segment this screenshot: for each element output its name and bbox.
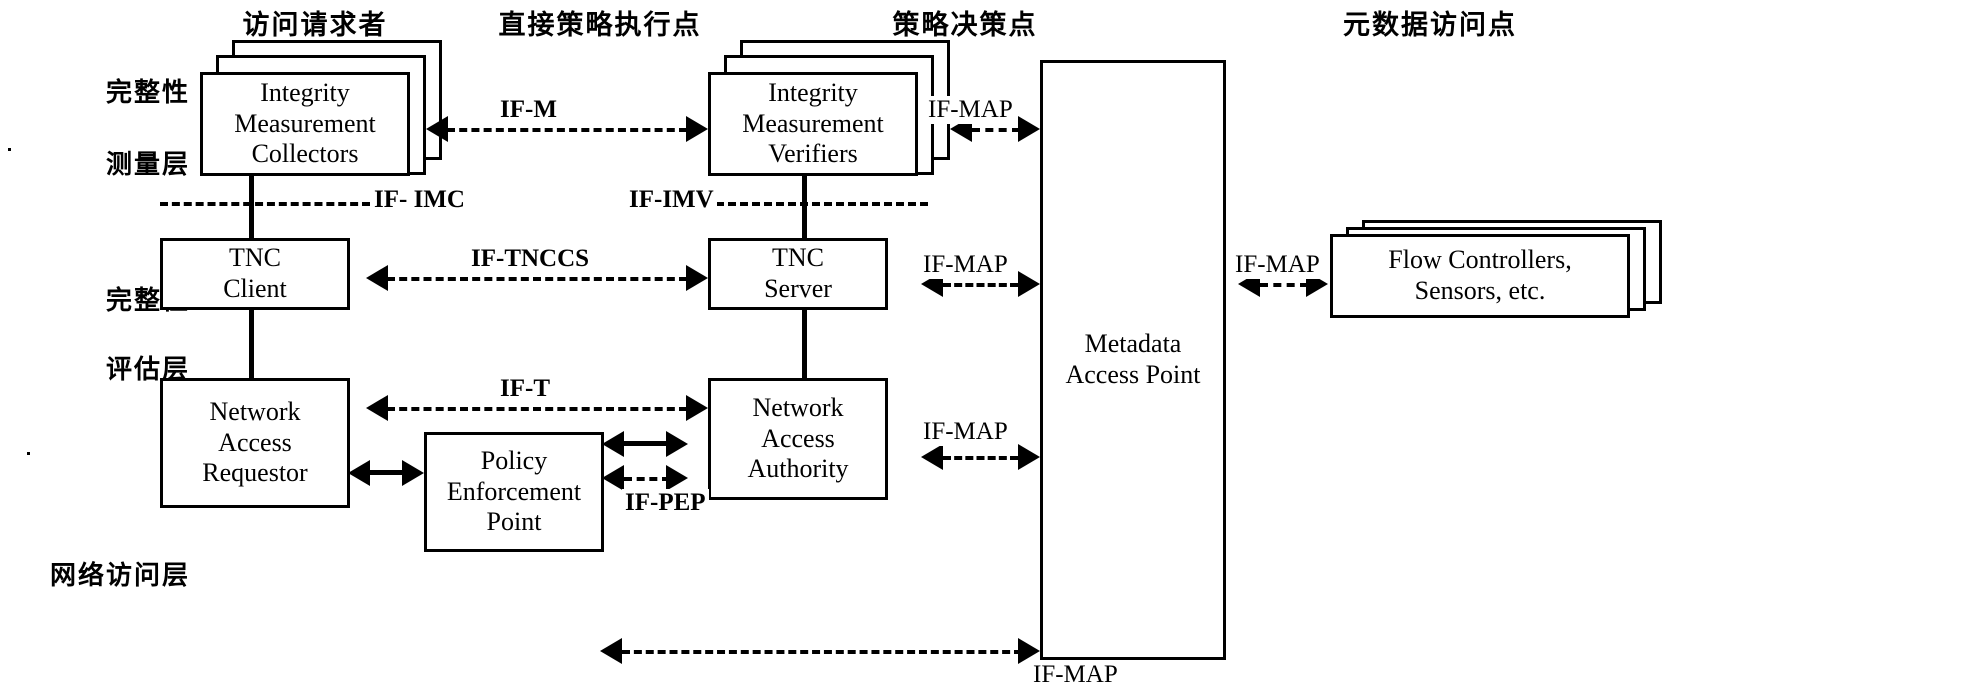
if-t-label: IF-T <box>497 375 553 403</box>
if-map-pep-connector-line <box>622 650 1022 654</box>
pep-naa-solid-arrowhead-right <box>666 431 688 457</box>
box-line: Collectors <box>251 139 359 169</box>
layer-label-network-access: 网络访问层 <box>20 561 190 591</box>
verifiers-to-tnc-server-link <box>802 176 807 238</box>
if-map-imv-arrowhead-right <box>1018 116 1040 142</box>
if-map-pep-label: IF-MAP <box>1030 661 1121 689</box>
layer-label-integrity-measurement: 完整性 测量层 <box>40 78 190 181</box>
if-t-arrowhead-left <box>366 395 388 421</box>
if-pep-label: IF-PEP <box>622 489 709 517</box>
if-pep-arrowhead-left <box>602 465 624 491</box>
box-line: Network <box>209 396 301 426</box>
column-header-policy-decision-point: 策略决策点 <box>892 10 1038 41</box>
if-tnccs-arrowhead-left <box>366 265 388 291</box>
pep-naa-solid-connector-line <box>624 441 670 446</box>
column-header-metadata-access-point: 元数据访问点 <box>1343 10 1517 41</box>
box-line: Point <box>486 507 542 537</box>
box-line: Access <box>218 427 292 457</box>
if-m-label: IF-M <box>497 96 560 124</box>
if-imv-separator-line <box>716 202 928 206</box>
if-t-arrowhead-right <box>686 395 708 421</box>
integrity-measurement-verifiers-box[interactable]: Integrity Measurement Verifiers <box>708 72 918 176</box>
if-m-arrowhead-left <box>426 116 448 142</box>
nar-pep-arrowhead-left <box>348 460 370 486</box>
box-line: Flow Controllers, <box>1388 245 1572 275</box>
nar-pep-connector-line <box>370 470 406 475</box>
box-line: Metadata <box>1084 329 1182 359</box>
box-line: Authority <box>747 454 849 484</box>
box-line: Policy <box>480 445 548 475</box>
box-line: Enforcement <box>446 476 582 506</box>
if-tnccs-arrowhead-right <box>686 265 708 291</box>
if-t-connector-line <box>387 407 687 411</box>
column-header-policy-enforcement-point: 直接策略执行点 <box>498 10 702 41</box>
box-line: Verifiers <box>768 139 858 169</box>
box-line: Measurement <box>234 108 376 138</box>
page-speck <box>27 452 30 455</box>
box-line: TNC <box>772 243 824 273</box>
layer-label-line: 完整性 <box>105 78 190 108</box>
collectors-to-tnc-client-link <box>249 176 254 238</box>
if-map-tncs-label: IF-MAP <box>920 251 1011 279</box>
box-line: Requestor <box>202 458 308 488</box>
box-line: Network <box>752 392 844 422</box>
if-tnccs-connector-line <box>387 277 687 281</box>
tnc-server-box[interactable]: TNC Server <box>708 238 888 310</box>
if-map-tncs-arrowhead-right <box>1018 271 1040 297</box>
if-map-naa-arrowhead-right <box>1018 444 1040 470</box>
if-m-arrowhead-right <box>686 116 708 142</box>
if-map-pep-arrowhead-left <box>600 638 622 664</box>
layer-label-line: 网络访问层 <box>49 561 190 591</box>
nar-pep-arrowhead-right <box>402 460 424 486</box>
box-line: Access Point <box>1065 360 1201 389</box>
box-line: Sensors, etc. <box>1414 276 1546 305</box>
if-m-connector-line <box>447 128 687 132</box>
integrity-measurement-collectors-box[interactable]: Integrity Measurement Collectors <box>200 72 410 176</box>
layer-label-line: 测量层 <box>105 150 190 181</box>
if-map-flow-label: IF-MAP <box>1232 251 1323 279</box>
page-speck <box>8 148 11 151</box>
box-line: Server <box>764 274 832 303</box>
if-imv-label: IF-IMV <box>626 186 717 214</box>
pep-naa-solid-arrowhead-left <box>602 431 624 457</box>
if-imc-label: IF- IMC <box>371 186 468 214</box>
tnc-client-box[interactable]: TNC Client <box>160 238 350 310</box>
flow-controllers-box[interactable]: Flow Controllers, Sensors, etc. <box>1330 234 1630 318</box>
tnc-architecture-diagram: 访问请求者 直接策略执行点 策略决策点 元数据访问点 完整性 测量层 完整性 评… <box>0 0 1975 698</box>
if-tnccs-label: IF-TNCCS <box>468 245 593 273</box>
if-imc-separator-line <box>160 202 370 206</box>
network-access-authority-box[interactable]: Network Access Authority <box>708 378 888 500</box>
if-map-flow-connector-line <box>1260 283 1308 287</box>
if-map-naa-connector-line <box>943 456 1018 460</box>
if-map-naa-label: IF-MAP <box>920 418 1011 446</box>
box-line: Integrity <box>768 77 858 107</box>
if-map-tncs-connector-line <box>943 283 1018 287</box>
if-map-imv-connector-line <box>972 128 1020 132</box>
tnc-server-to-naa-link <box>802 310 807 378</box>
network-access-requestor-box[interactable]: Network Access Requestor <box>160 378 350 508</box>
box-line: TNC <box>229 243 281 273</box>
box-line: Integrity <box>260 77 350 107</box>
box-line: Client <box>223 274 287 303</box>
box-line: Measurement <box>742 108 884 138</box>
policy-enforcement-point-box[interactable]: Policy Enforcement Point <box>424 432 604 552</box>
if-pep-connector-line <box>624 477 670 481</box>
box-line: Access <box>761 423 835 453</box>
if-map-naa-arrowhead-left <box>921 444 943 470</box>
tnc-client-to-nar-link <box>249 310 254 378</box>
if-map-imv-label: IF-MAP <box>925 96 1016 124</box>
column-header-access-requestor: 访问请求者 <box>242 10 388 41</box>
if-pep-arrowhead-right <box>666 465 688 491</box>
metadata-access-point-box[interactable]: Metadata Access Point <box>1040 60 1226 660</box>
